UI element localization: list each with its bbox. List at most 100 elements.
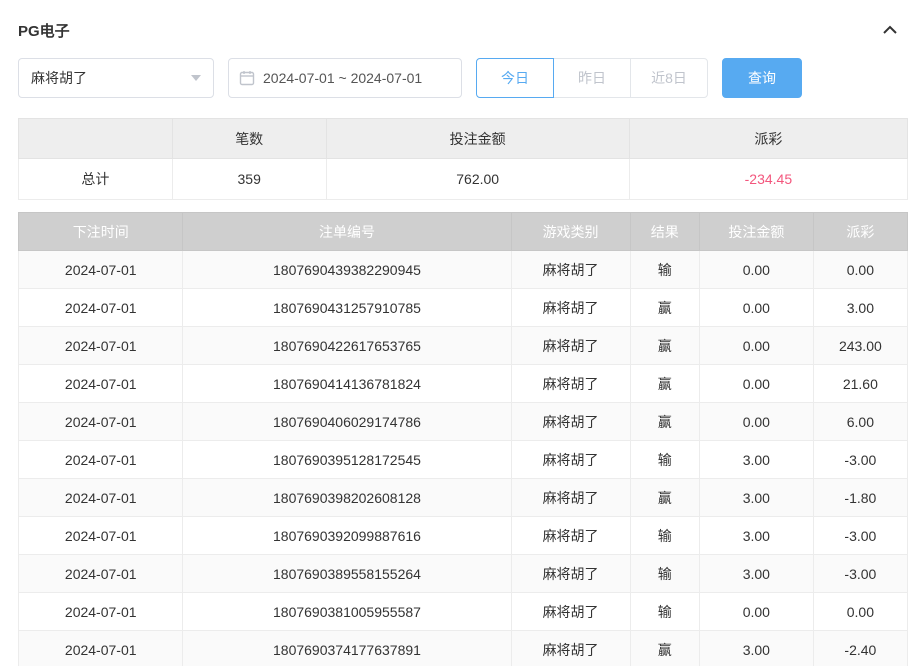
- yesterday-button[interactable]: 昨日: [553, 58, 631, 98]
- cell-game-type: 麻将胡了: [511, 555, 630, 593]
- cell-bet-id: 1807690392099887616: [183, 517, 511, 555]
- cell-payout: -3.00: [813, 517, 907, 555]
- cell-bet-time: 2024-07-01: [19, 289, 183, 327]
- bet-table-body: 2024-07-011807690439382290945麻将胡了输0.000.…: [19, 251, 908, 666]
- chevron-down-icon: [191, 75, 201, 81]
- table-row: 2024-07-011807690374177637891麻将胡了赢3.00-2…: [19, 631, 908, 666]
- cell-result: 赢: [630, 327, 699, 365]
- cell-bet-id: 1807690414136781824: [183, 365, 511, 403]
- cell-game-type: 麻将胡了: [511, 365, 630, 403]
- cell-bet-amount: 3.00: [699, 479, 813, 517]
- table-row: 2024-07-011807690398202608128麻将胡了赢3.00-1…: [19, 479, 908, 517]
- cell-payout: 21.60: [813, 365, 907, 403]
- cell-bet-id: 1807690389558155264: [183, 555, 511, 593]
- cell-game-type: 麻将胡了: [511, 327, 630, 365]
- summary-total-label: 总计: [19, 159, 173, 200]
- cell-bet-id: 1807690381005955587: [183, 593, 511, 631]
- table-row: 2024-07-011807690431257910785麻将胡了赢0.003.…: [19, 289, 908, 327]
- cell-game-type: 麻将胡了: [511, 251, 630, 289]
- cell-game-type: 麻将胡了: [511, 403, 630, 441]
- cell-bet-id: 1807690422617653765: [183, 327, 511, 365]
- cell-bet-time: 2024-07-01: [19, 517, 183, 555]
- header-bet-id: 注单编号: [183, 213, 511, 251]
- collapse-panel-button[interactable]: [882, 23, 898, 37]
- header-payout: 派彩: [813, 213, 907, 251]
- game-select-value: 麻将胡了: [31, 68, 87, 88]
- today-button[interactable]: 今日: [476, 58, 554, 98]
- cell-payout: -1.80: [813, 479, 907, 517]
- cell-result: 赢: [630, 403, 699, 441]
- cell-bet-amount: 0.00: [699, 365, 813, 403]
- filter-bar: 麻将胡了 2024-07-01 ~ 2024-07-01 今日 昨日 近8日 查…: [18, 58, 908, 98]
- table-row: 2024-07-011807690414136781824麻将胡了赢0.0021…: [19, 365, 908, 403]
- cell-payout: -2.40: [813, 631, 907, 666]
- cell-bet-time: 2024-07-01: [19, 479, 183, 517]
- cell-bet-amount: 3.00: [699, 631, 813, 666]
- summary-header-empty: [19, 119, 173, 159]
- summary-total-row: 总计 359 762.00 -234.45: [19, 159, 908, 200]
- cell-game-type: 麻将胡了: [511, 289, 630, 327]
- cell-payout: 3.00: [813, 289, 907, 327]
- cell-game-type: 麻将胡了: [511, 631, 630, 666]
- page-title: PG电子: [18, 20, 70, 41]
- cell-result: 赢: [630, 289, 699, 327]
- cell-bet-amount: 0.00: [699, 403, 813, 441]
- table-row: 2024-07-011807690395128172545麻将胡了输3.00-3…: [19, 441, 908, 479]
- last-8-days-button[interactable]: 近8日: [630, 58, 708, 98]
- summary-header-count: 笔数: [172, 119, 326, 159]
- cell-game-type: 麻将胡了: [511, 517, 630, 555]
- cell-payout: 0.00: [813, 593, 907, 631]
- cell-payout: 0.00: [813, 251, 907, 289]
- cell-result: 输: [630, 251, 699, 289]
- quick-range-group: 今日 昨日 近8日: [476, 58, 708, 98]
- table-row: 2024-07-011807690381005955587麻将胡了输0.000.…: [19, 593, 908, 631]
- cell-bet-time: 2024-07-01: [19, 631, 183, 666]
- cell-payout: -3.00: [813, 441, 907, 479]
- cell-bet-amount: 0.00: [699, 251, 813, 289]
- cell-result: 输: [630, 555, 699, 593]
- game-select[interactable]: 麻将胡了: [18, 58, 214, 98]
- cell-result: 输: [630, 517, 699, 555]
- cell-result: 赢: [630, 479, 699, 517]
- cell-bet-time: 2024-07-01: [19, 403, 183, 441]
- table-row: 2024-07-011807690439382290945麻将胡了输0.000.…: [19, 251, 908, 289]
- cell-bet-id: 1807690374177637891: [183, 631, 511, 666]
- cell-bet-time: 2024-07-01: [19, 251, 183, 289]
- cell-result: 赢: [630, 631, 699, 666]
- cell-bet-amount: 0.00: [699, 327, 813, 365]
- summary-total-bet-amount: 762.00: [326, 159, 629, 200]
- cell-bet-id: 1807690439382290945: [183, 251, 511, 289]
- pg-games-panel: PG电子 麻将胡了 2024-07-01 ~ 2024-07-01 今日 昨日 …: [0, 0, 914, 666]
- calendar-icon: [239, 70, 255, 86]
- table-row: 2024-07-011807690392099887616麻将胡了输3.00-3…: [19, 517, 908, 555]
- header-game-type: 游戏类别: [511, 213, 630, 251]
- search-button[interactable]: 查询: [722, 58, 802, 98]
- cell-game-type: 麻将胡了: [511, 479, 630, 517]
- cell-bet-amount: 3.00: [699, 441, 813, 479]
- cell-bet-id: 1807690395128172545: [183, 441, 511, 479]
- chevron-up-icon: [882, 23, 898, 37]
- header-bet-amount: 投注金额: [699, 213, 813, 251]
- cell-result: 赢: [630, 365, 699, 403]
- cell-bet-id: 1807690406029174786: [183, 403, 511, 441]
- cell-bet-time: 2024-07-01: [19, 441, 183, 479]
- cell-payout: 6.00: [813, 403, 907, 441]
- header-bet-time: 下注时间: [19, 213, 183, 251]
- summary-header-row: 笔数 投注金额 派彩: [19, 119, 908, 159]
- panel-header: PG电子: [18, 14, 908, 46]
- cell-bet-time: 2024-07-01: [19, 327, 183, 365]
- cell-game-type: 麻将胡了: [511, 441, 630, 479]
- cell-bet-amount: 0.00: [699, 593, 813, 631]
- date-range-input[interactable]: 2024-07-01 ~ 2024-07-01: [228, 58, 462, 98]
- cell-game-type: 麻将胡了: [511, 593, 630, 631]
- summary-header-bet-amount: 投注金额: [326, 119, 629, 159]
- cell-bet-amount: 3.00: [699, 555, 813, 593]
- cell-bet-time: 2024-07-01: [19, 555, 183, 593]
- summary-total-count: 359: [172, 159, 326, 200]
- cell-result: 输: [630, 441, 699, 479]
- cell-bet-time: 2024-07-01: [19, 365, 183, 403]
- cell-bet-id: 1807690398202608128: [183, 479, 511, 517]
- cell-bet-amount: 3.00: [699, 517, 813, 555]
- cell-payout: 243.00: [813, 327, 907, 365]
- table-row: 2024-07-011807690389558155264麻将胡了输3.00-3…: [19, 555, 908, 593]
